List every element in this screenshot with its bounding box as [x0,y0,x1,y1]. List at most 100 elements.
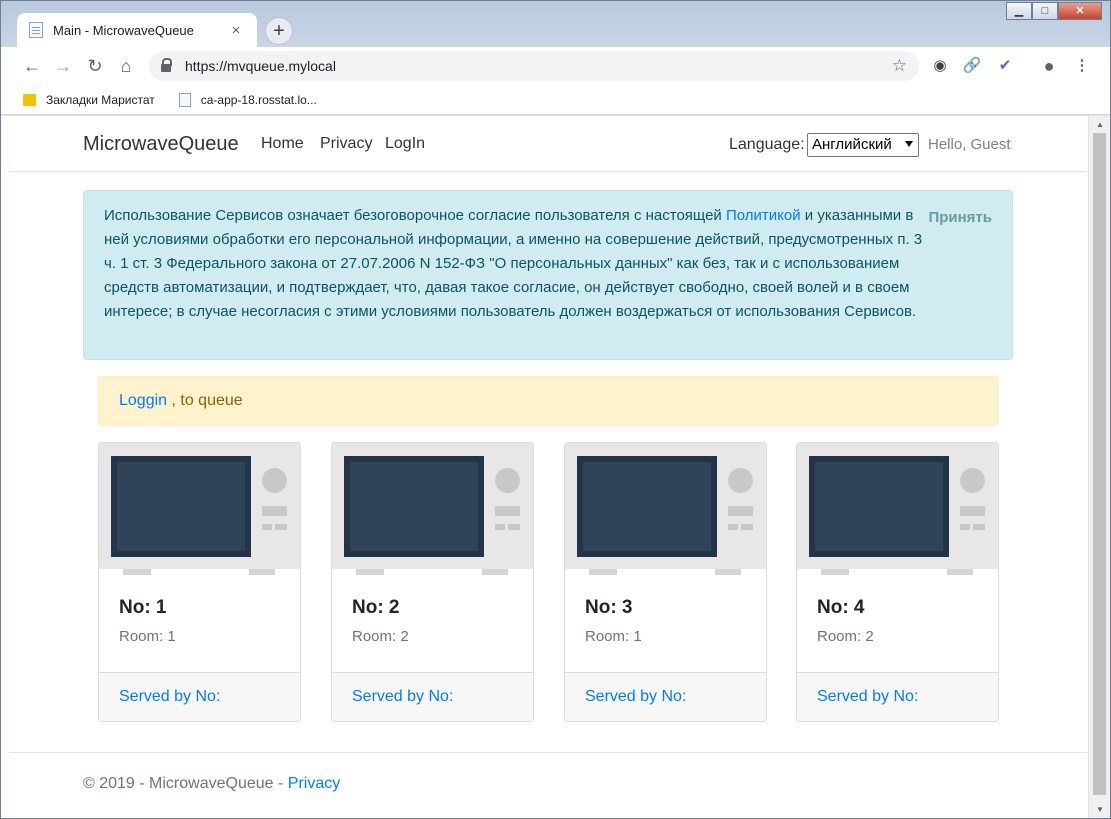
back-icon[interactable]: ← [21,55,43,77]
microwave-card: No: 4 Room: 2 Served by No: [796,442,999,722]
served-by-link[interactable]: Served by No: [332,672,533,721]
microwave-image [99,443,300,569]
url-text[interactable]: https://mvqueue.mylocal [185,58,892,74]
address-bar[interactable]: https://mvqueue.mylocal ☆ [149,51,919,81]
footer-text: © 2019 - MicrowaveQueue - Privacy [83,775,340,793]
microwave-button [741,524,753,530]
microwave-button [275,524,287,530]
microwave-foot [356,569,384,575]
microwave-foot [482,569,508,575]
home-icon[interactable]: ⌂ [115,55,137,77]
window-controls: ▁ □ ✕ [1006,2,1102,20]
tab-strip: Main - MicrowaveQueue × + ▁ □ ✕ [1,1,1110,47]
microwave-number: No: 3 [585,597,633,618]
tab-title: Main - MicrowaveQueue [53,22,194,38]
dropdown-caret-icon [905,141,913,147]
close-window-button[interactable]: ✕ [1058,2,1102,20]
login-alert-text: , to queue [167,392,243,409]
close-tab-icon[interactable]: × [227,22,245,39]
bookmark-label: ca-app-18.rosstat.lo... [200,92,317,107]
consent-text: Использование Сервисов означает безогово… [104,204,934,324]
folder-icon [23,93,36,106]
microwave-card: No: 2 Room: 2 Served by No: [331,442,534,722]
link-icon[interactable]: 🔗 [962,56,982,76]
microwave-button [960,524,970,530]
microwave-image [797,443,998,569]
page-icon [178,92,191,107]
maximize-button[interactable]: □ [1032,2,1058,20]
bookmark-star-icon[interactable]: ☆ [892,56,907,76]
microwave-button [508,524,520,530]
check-icon[interactable]: ✔ [995,56,1015,76]
microwave-button [973,524,985,530]
microwave-room: Room: 1 [585,628,642,645]
copyright-text: © 2019 - MicrowaveQueue - [83,775,288,792]
browser-window: Main - MicrowaveQueue × + ▁ □ ✕ ← → ↻ ⌂ … [0,0,1111,819]
microwave-number: No: 2 [352,597,400,618]
served-by-link[interactable]: Served by No: [797,672,998,721]
language-value: Английский [812,136,892,153]
microwave-number: No: 1 [119,597,167,618]
microwave-door [809,456,949,557]
extension-icon[interactable]: ◉ [930,56,950,76]
new-tab-button[interactable]: + [265,17,293,45]
policy-link[interactable]: Политикой [726,207,801,224]
menu-icon[interactable]: ⋮ [1072,56,1092,76]
page-footer: © 2019 - MicrowaveQueue - Privacy [9,752,1087,818]
lock-icon [161,58,172,72]
microwave-foot [589,569,617,575]
microwave-button [262,524,272,530]
forward-icon[interactable]: → [52,55,74,77]
microwave-display [728,506,753,516]
nav-home[interactable]: Home [261,135,304,153]
scroll-down-icon[interactable]: ▼ [1089,801,1110,818]
tab-main[interactable]: Main - MicrowaveQueue × [17,13,257,47]
bookmark-link[interactable]: ca-app-18.rosstat.lo... [178,92,317,107]
site-navbar: MicrowaveQueue Home Privacy LogIn Langua… [9,116,1087,172]
microwave-room: Room: 1 [119,628,176,645]
reload-icon[interactable]: ↻ [84,55,106,77]
consent-banner: Использование Сервисов означает безогово… [83,190,1013,360]
bookmark-folder[interactable]: Закладки Маристат [23,93,155,107]
microwave-knob [495,468,520,493]
microwave-room: Room: 2 [817,628,874,645]
microwave-door [344,456,484,557]
accept-button[interactable]: Принять [928,206,992,230]
account-icon[interactable]: ● [1039,56,1059,76]
microwave-foot [715,569,741,575]
greeting-text: Hello, Guest [928,136,1011,153]
microwave-knob [960,468,985,493]
microwave-image [565,443,766,569]
nav-privacy[interactable]: Privacy [320,135,372,153]
scrollbar[interactable]: ▲ ▼ [1088,116,1110,818]
login-link[interactable]: Loggin [119,392,167,409]
language-label: Language: [729,136,805,153]
microwave-image [332,443,533,569]
microwave-display [262,506,287,516]
microwave-card: No: 3 Room: 1 Served by No: [564,442,767,722]
scroll-up-icon[interactable]: ▲ [1089,116,1110,133]
language-select[interactable]: Английский [807,133,919,157]
login-alert: Loggin , to queue [98,376,998,426]
brand-link[interactable]: MicrowaveQueue [83,133,239,156]
microwave-display [495,506,520,516]
consent-text-part: Использование Сервисов означает безогово… [104,207,726,224]
microwave-foot [123,569,151,575]
footer-privacy-link[interactable]: Privacy [288,775,340,792]
microwave-door [577,456,717,557]
microwave-foot [821,569,849,575]
microwave-display [960,506,985,516]
nav-login[interactable]: LogIn [385,135,425,153]
microwave-foot [947,569,973,575]
minimize-button[interactable]: ▁ [1006,2,1032,20]
microwave-knob [728,468,753,493]
bookmark-label: Закладки Маристат [46,92,155,107]
served-by-link[interactable]: Served by No: [99,672,300,721]
microwave-number: No: 4 [817,597,865,618]
microwave-door [111,456,251,557]
browser-toolbar: ← → ↻ ⌂ https://mvqueue.mylocal ☆ ◉ 🔗 ✔ … [1,47,1110,85]
served-by-link[interactable]: Served by No: [565,672,766,721]
scroll-thumb[interactable] [1093,133,1106,795]
microwave-card: No: 1 Room: 1 Served by No: [98,442,301,722]
page-viewport: MicrowaveQueue Home Privacy LogIn Langua… [1,116,1110,818]
